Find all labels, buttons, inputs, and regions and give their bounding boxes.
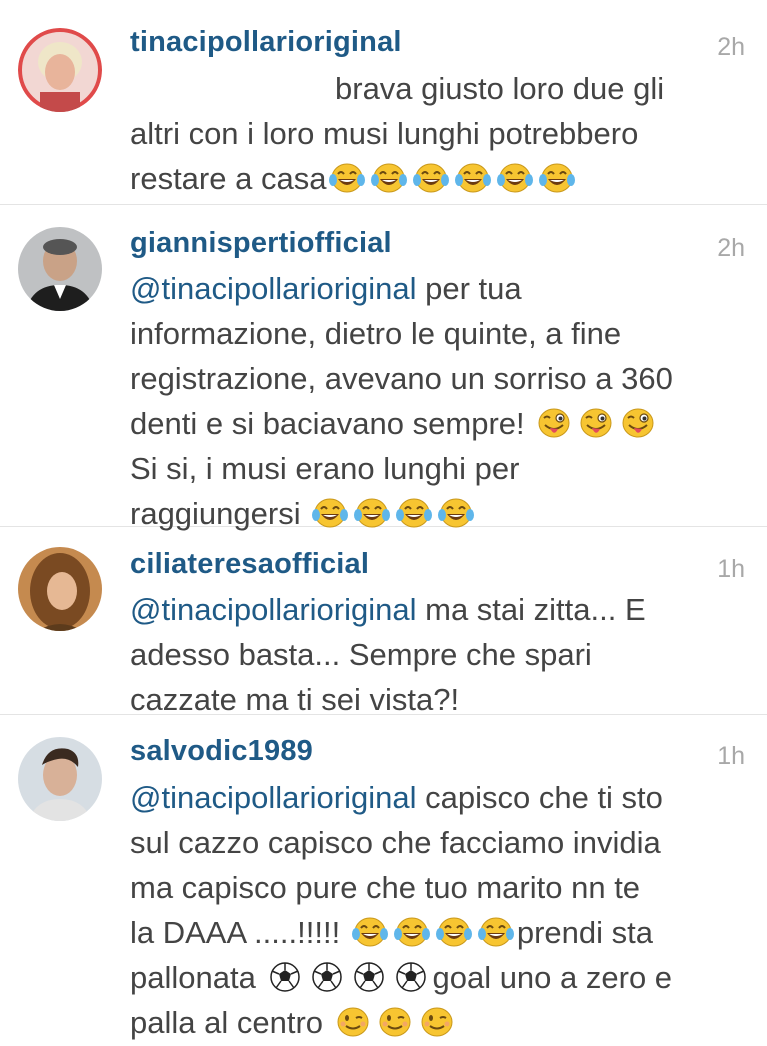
avatar[interactable] (18, 227, 102, 311)
avatar[interactable] (18, 737, 102, 821)
soccer-ball-icon (309, 960, 345, 994)
winking-face-icon (419, 1005, 455, 1039)
winking-tongue-icon (536, 406, 572, 440)
comment-text: @tinacipollarioriginal capisco che ti st… (130, 775, 748, 1045)
comment-line-text: ma stai zitta... E (425, 592, 646, 627)
tears-of-joy-icon (329, 161, 365, 195)
tears-of-joy-icon (455, 161, 491, 195)
tears-of-joy-icon (352, 915, 388, 949)
tears-of-joy-icon (436, 915, 472, 949)
tears-of-joy-icon (497, 161, 533, 195)
comment-username[interactable]: salvodic1989 (130, 735, 313, 768)
comment-text: brava giusto loro due gli altri con i lo… (130, 66, 748, 201)
tears-of-joy-icon (394, 915, 430, 949)
comment-line: denti e si baciavano sempre! (130, 401, 748, 446)
mention-link[interactable]: @tinacipollarioriginal (130, 271, 417, 306)
winking-face-icon (335, 1005, 371, 1039)
winking-face-icon (377, 1005, 413, 1039)
tears-of-joy-icon (396, 496, 432, 530)
mention-link[interactable]: @tinacipollarioriginal (130, 592, 417, 627)
comment-line: ma capisco pure che tuo marito nn te (130, 870, 641, 905)
comment-item: ciliateresaofficial 1h @tinacipollariori… (0, 527, 767, 717)
comment-line: @tinacipollarioriginal per tua (130, 266, 748, 311)
comment-timestamp: 1h (717, 555, 745, 583)
tears-of-joy-icon (371, 161, 407, 195)
comment-item: salvodic1989 1h @tinacipollarioriginal c… (0, 715, 767, 1046)
comment-line: brava giusto loro due gli (335, 71, 665, 106)
comment-line: @tinacipollarioriginal capisco che ti st… (130, 775, 748, 820)
tears-of-joy-icon (312, 496, 348, 530)
tears-of-joy-icon (438, 496, 474, 530)
comment-line-text: la DAAA .....!!!!! (130, 915, 341, 950)
comment-line-text: pallonata (130, 960, 256, 995)
comment-timestamp: 1h (717, 742, 745, 770)
comment-line-text: prendi sta (516, 915, 653, 950)
comment-line: informazione, dietro le quinte, a fine (130, 316, 622, 351)
comment-line: restare a casa (130, 156, 748, 201)
comment-line-text: per tua (425, 271, 522, 306)
comment-line: la DAAA .....!!!!! prendi sta (130, 910, 748, 955)
tears-of-joy-icon (413, 161, 449, 195)
comment-timestamp: 2h (717, 234, 745, 262)
tears-of-joy-icon (539, 161, 575, 195)
tears-of-joy-icon (354, 496, 390, 530)
soccer-ball-icon (351, 960, 387, 994)
comment-line: sul cazzo capisco che facciamo invidia (130, 825, 661, 860)
soccer-ball-icon (267, 960, 303, 994)
comment-line: Si si, i musi erano lunghi per (130, 451, 520, 486)
comment-item: tinacipollarioriginal 2h brava giusto lo… (0, 0, 767, 205)
comment-line: registrazione, avevano un sorriso a 360 (130, 361, 673, 396)
comment-line-text: palla al centro (130, 1005, 324, 1040)
comment-text: @tinacipollarioriginal ma stai zitta... … (130, 587, 748, 722)
comment-text: @tinacipollarioriginal per tua informazi… (130, 266, 748, 536)
comment-line: adesso basta... Sempre che spari (130, 637, 592, 672)
comment-line-text: restare a casa (130, 161, 327, 196)
avatar[interactable] (18, 28, 102, 112)
winking-tongue-icon (578, 406, 614, 440)
comment-line-text: raggiungersi (130, 496, 301, 531)
soccer-ball-icon (393, 960, 429, 994)
comment-line-text: denti e si baciavano sempre! (130, 406, 525, 441)
avatar[interactable] (18, 547, 102, 631)
comment-username[interactable]: giannispertiofficial (130, 227, 392, 260)
tears-of-joy-icon (478, 915, 514, 949)
comment-username[interactable]: tinacipollarioriginal (130, 26, 402, 59)
comment-username[interactable]: ciliateresaofficial (130, 548, 369, 581)
comment-line: palla al centro (130, 1000, 748, 1045)
comment-line: @tinacipollarioriginal ma stai zitta... … (130, 587, 748, 632)
comment-item: giannispertiofficial 2h @tinacipollarior… (0, 205, 767, 531)
comment-line-text: goal uno a zero e (432, 960, 673, 995)
winking-tongue-icon (620, 406, 656, 440)
mention-link[interactable]: @tinacipollarioriginal (130, 780, 417, 815)
comment-line: altri con i loro musi lunghi potrebbero (130, 116, 639, 151)
comment-line-text: capisco che ti sto (425, 780, 663, 815)
comment-line: pallonata goal uno a zero e (130, 955, 748, 1000)
comment-timestamp: 2h (717, 33, 745, 61)
